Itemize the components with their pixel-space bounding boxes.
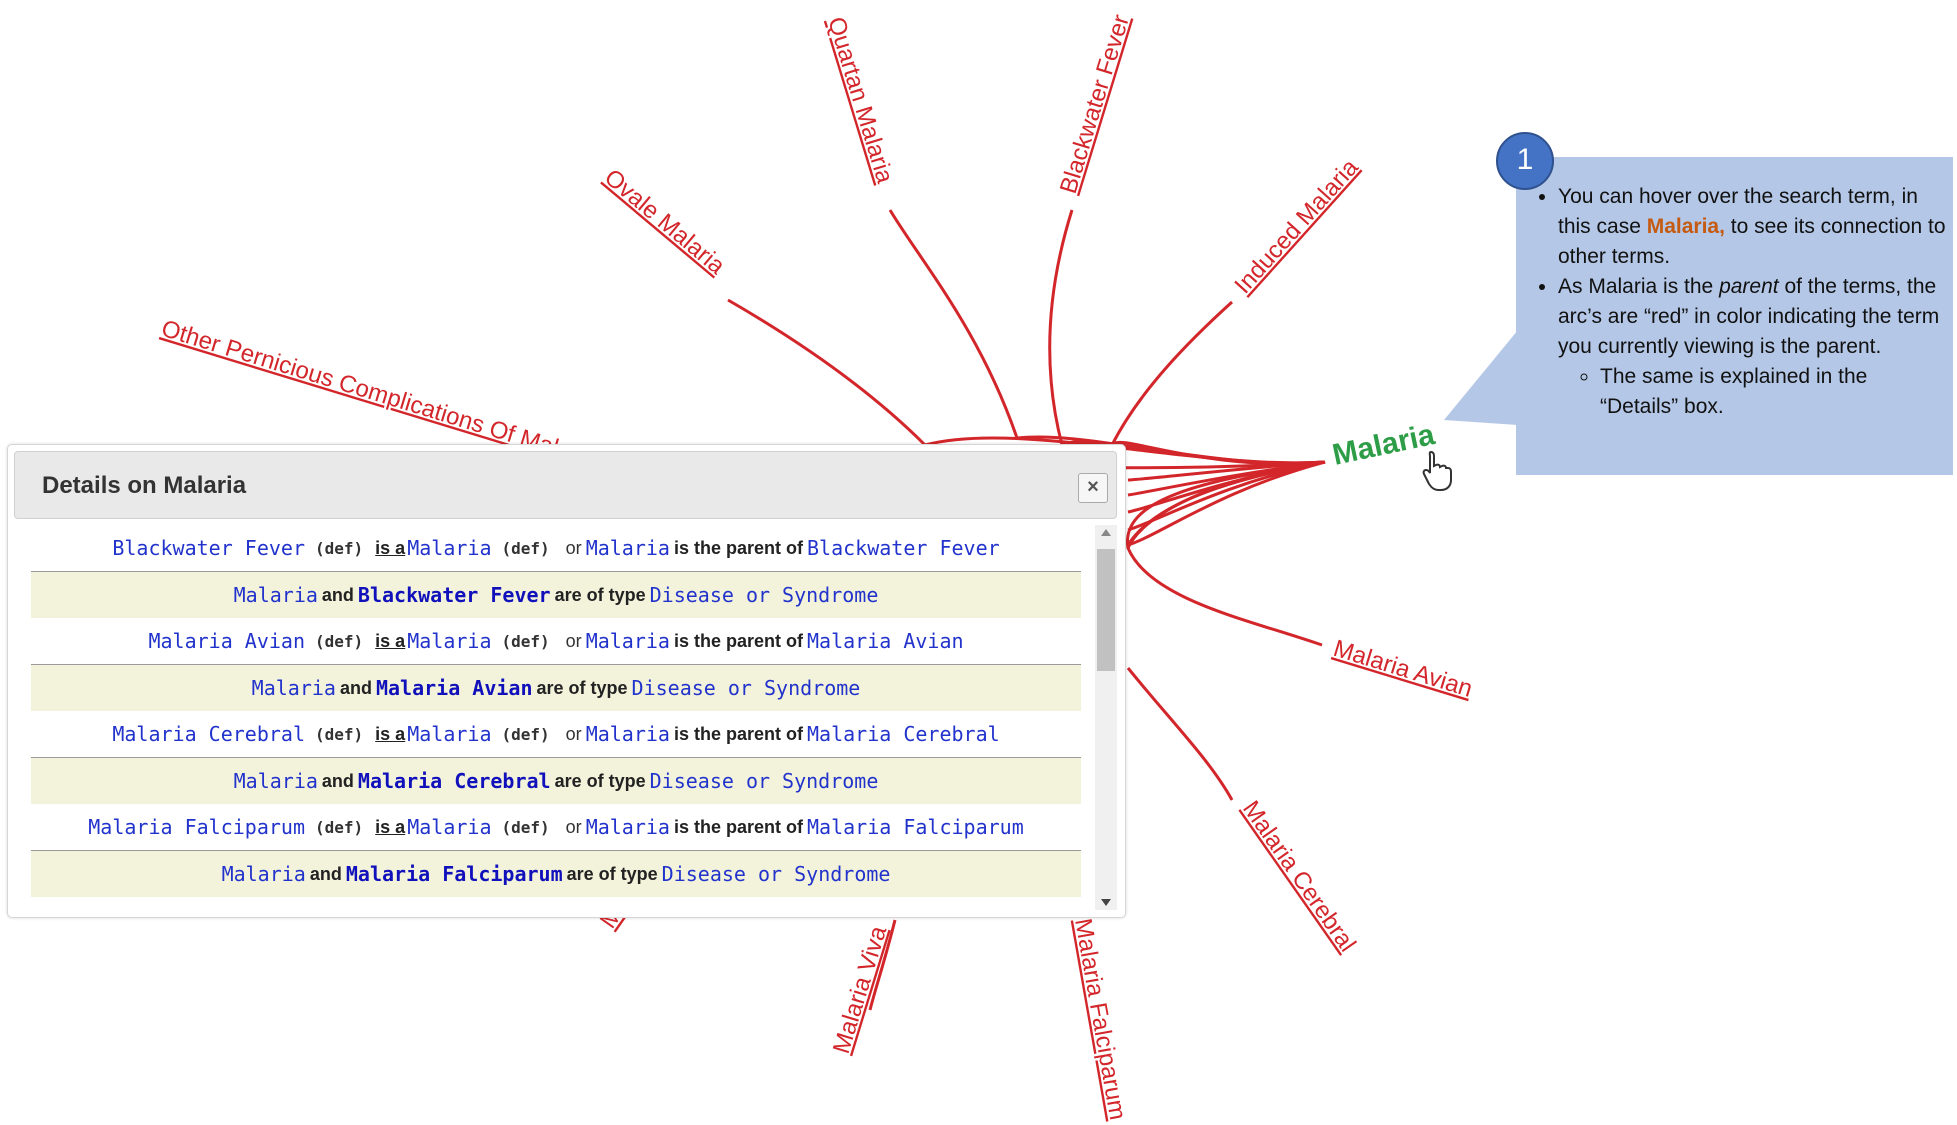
details-panel: Details on Malaria × Blackwater Fever (de… [7, 444, 1126, 918]
hand-cursor-icon [1422, 450, 1452, 491]
semantic-type-link[interactable]: Disease or Syndrome [650, 769, 879, 793]
term-link[interactable]: Malaria [586, 629, 670, 653]
term-link[interactable]: Malaria [407, 536, 491, 560]
term-link[interactable]: Malaria Falciparum [807, 815, 1024, 839]
type-label: are of type [554, 770, 646, 791]
type-label: are of type [554, 584, 646, 605]
node-malaria-viva[interactable]: Malaria Viva [828, 922, 892, 1056]
term-link[interactable]: Malaria Cerebral [112, 722, 305, 746]
or-label: or [565, 816, 582, 837]
relation-label: is a [375, 816, 406, 837]
details-body: Blackwater Fever (def) is a Malaria (def) or M… [31, 525, 1081, 910]
definition-link[interactable]: (def) [315, 818, 363, 837]
definition-link[interactable]: (def) [315, 725, 363, 744]
semantic-type-link[interactable]: Disease or Syndrome [632, 676, 861, 700]
term-link[interactable]: Malaria [407, 815, 491, 839]
definition-link[interactable]: (def) [502, 818, 550, 837]
details-title: Details on Malaria [42, 472, 247, 499]
and-label: and [339, 677, 372, 698]
details-row: Malaria Falciparum (def) is a Malaria (def) o… [31, 804, 1081, 850]
term-link[interactable]: Malaria [234, 769, 318, 793]
node-malaria-cerebral[interactable]: Malaria Cerebral [1237, 796, 1361, 957]
term-link[interactable]: Malaria [252, 676, 336, 700]
term-link[interactable]: Malaria Avian [807, 629, 964, 653]
term-link[interactable]: Malaria [407, 722, 491, 746]
term-link[interactable]: Malaria Falciparum [346, 862, 563, 886]
details-header: Details on Malaria × [14, 451, 1117, 519]
details-row: Malaria and Blackwater Fever are of type Dis… [31, 571, 1081, 618]
definition-link[interactable]: (def) [315, 539, 363, 558]
and-label: and [321, 584, 354, 605]
definition-link[interactable]: (def) [502, 539, 550, 558]
edge-ovale-malaria [727, 298, 1326, 465]
edge-induced-malaria [1110, 300, 1326, 466]
relation-label: is a [375, 630, 406, 651]
term-link[interactable]: Malaria [586, 815, 670, 839]
callout-bullet-2: As Malaria is the parent of the terms, t… [1558, 272, 1948, 422]
term-link[interactable]: Malaria [586, 536, 670, 560]
callout-text: You can hover over the search term, in t… [1528, 182, 1948, 422]
details-row: Blackwater Fever (def) is a Malaria (def) or M… [31, 525, 1081, 571]
term-link[interactable]: Malaria Avian [376, 676, 533, 700]
details-scrollbar[interactable] [1095, 525, 1117, 910]
details-row: Malaria and Malaria Falciparum are of type D… [31, 850, 1081, 897]
term-link[interactable]: Malaria [234, 583, 318, 607]
details-row: Malaria Avian (def) is a Malaria (def) or Mala… [31, 618, 1081, 664]
details-row: Malaria and Malaria Avian are of type Diseas… [31, 664, 1081, 711]
node-malaria-falciparum[interactable]: Malaria Falciparum [1069, 916, 1131, 1122]
scroll-up-arrow-icon[interactable] [1101, 529, 1111, 536]
node-blackwater-fever[interactable]: Blackwater Fever [1055, 12, 1135, 197]
or-label: or [565, 630, 582, 651]
definition-link[interactable]: (def) [502, 725, 550, 744]
scroll-thumb[interactable] [1097, 549, 1115, 671]
or-label: or [565, 537, 582, 558]
parent-label: is the parent of [673, 816, 803, 837]
parent-label: is the parent of [673, 630, 803, 651]
term-link[interactable]: Malaria Falciparum [88, 815, 305, 839]
definition-link[interactable]: (def) [315, 632, 363, 651]
parent-label: is the parent of [673, 537, 803, 558]
definition-link[interactable]: (def) [502, 632, 550, 651]
semantic-type-link[interactable]: Disease or Syndrome [650, 583, 879, 607]
edge-malaria-cerebral [1126, 460, 1326, 801]
semantic-type-link[interactable]: Disease or Syndrome [662, 862, 891, 886]
term-link[interactable]: Malaria [407, 629, 491, 653]
term-link[interactable]: Malaria [586, 722, 670, 746]
term-link[interactable]: Blackwater Fever [358, 583, 551, 607]
callout-highlight: Malaria, [1646, 215, 1725, 238]
node-quartan-malaria[interactable]: Quartan Malaria [822, 14, 898, 187]
parent-label: is the parent of [673, 723, 803, 744]
node-ovale-malaria[interactable]: Ovale Malaria [599, 164, 730, 280]
close-button[interactable]: × [1078, 473, 1108, 503]
node-malaria-avian[interactable]: Malaria Avian [1330, 635, 1475, 703]
term-link[interactable]: Blackwater Fever [112, 536, 305, 560]
scroll-down-arrow-icon[interactable] [1101, 899, 1111, 906]
type-label: are of type [566, 863, 658, 884]
node-induced-malaria[interactable]: Induced Malaria [1229, 154, 1364, 299]
type-label: are of type [536, 677, 628, 698]
term-link[interactable]: Malaria Cerebral [358, 769, 551, 793]
details-row: Malaria Cerebral (def) is a Malaria (def) or M… [31, 711, 1081, 757]
and-label: and [309, 863, 342, 884]
node-malaria-center[interactable]: Malaria [1330, 418, 1438, 472]
and-label: and [321, 770, 354, 791]
term-link[interactable]: Blackwater Fever [807, 536, 1000, 560]
term-link[interactable]: Malaria [222, 862, 306, 886]
or-label: or [565, 723, 582, 744]
term-link[interactable]: Malaria Cerebral [807, 722, 1000, 746]
details-row: Malaria and Malaria Cerebral are of type Dis… [31, 757, 1081, 804]
relation-label: is a [375, 723, 406, 744]
term-link[interactable]: Malaria Avian [148, 629, 305, 653]
callout-bullet-1: You can hover over the search term, in t… [1558, 182, 1948, 272]
relation-label: is a [375, 537, 406, 558]
callout-sub-bullet: The same is explained in the “Details” b… [1600, 362, 1948, 422]
